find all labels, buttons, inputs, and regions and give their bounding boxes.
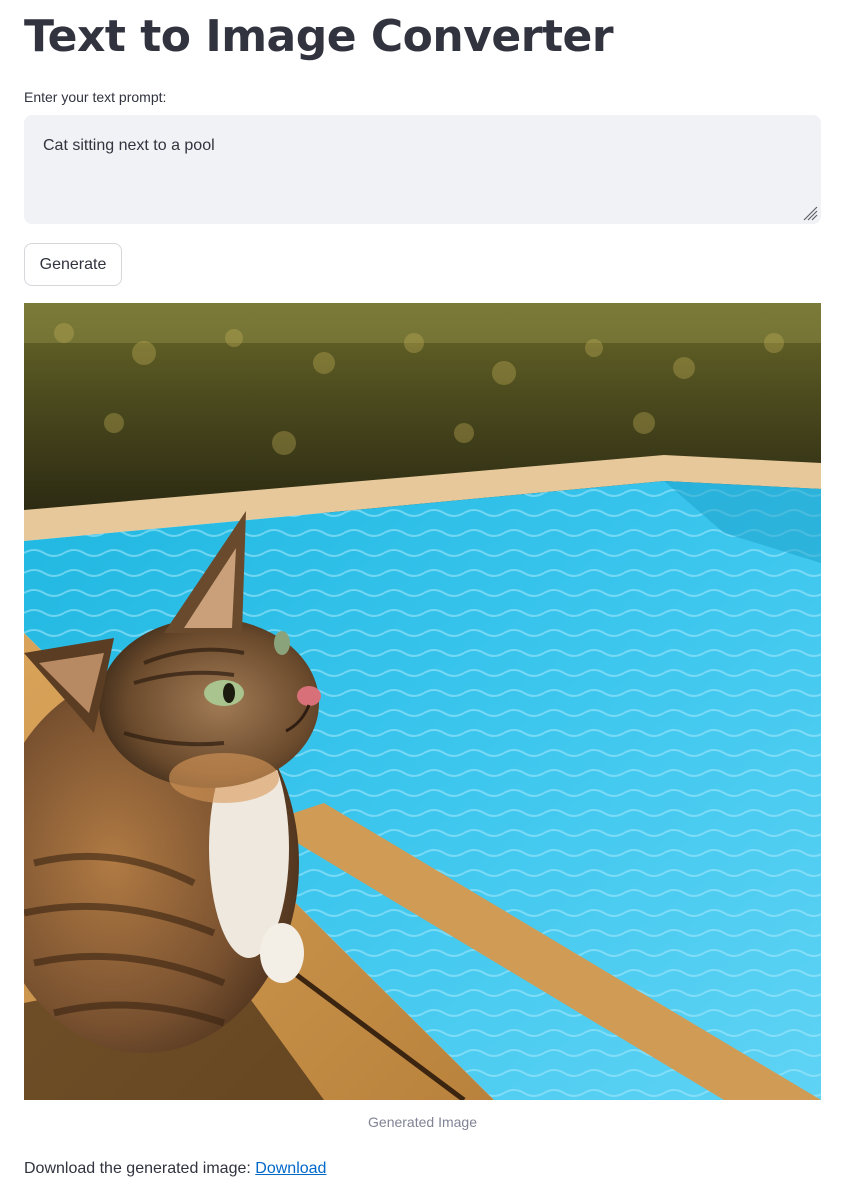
- image-caption: Generated Image: [368, 1114, 477, 1130]
- prompt-textarea[interactable]: Cat sitting next to a pool: [24, 115, 821, 224]
- page-title: Text to Image Converter: [24, 11, 614, 62]
- generate-button[interactable]: Generate: [24, 243, 122, 286]
- prompt-label: Enter your text prompt:: [24, 89, 167, 105]
- download-link[interactable]: Download: [255, 1160, 326, 1177]
- download-text: Download the generated image:: [24, 1160, 251, 1177]
- prompt-textarea-container: Cat sitting next to a pool: [24, 115, 821, 224]
- generated-image: [24, 303, 821, 1100]
- cat-pool-image: [24, 303, 821, 1100]
- resize-handle-icon[interactable]: [802, 205, 818, 221]
- download-row: Download the generated image: Download: [24, 1160, 326, 1178]
